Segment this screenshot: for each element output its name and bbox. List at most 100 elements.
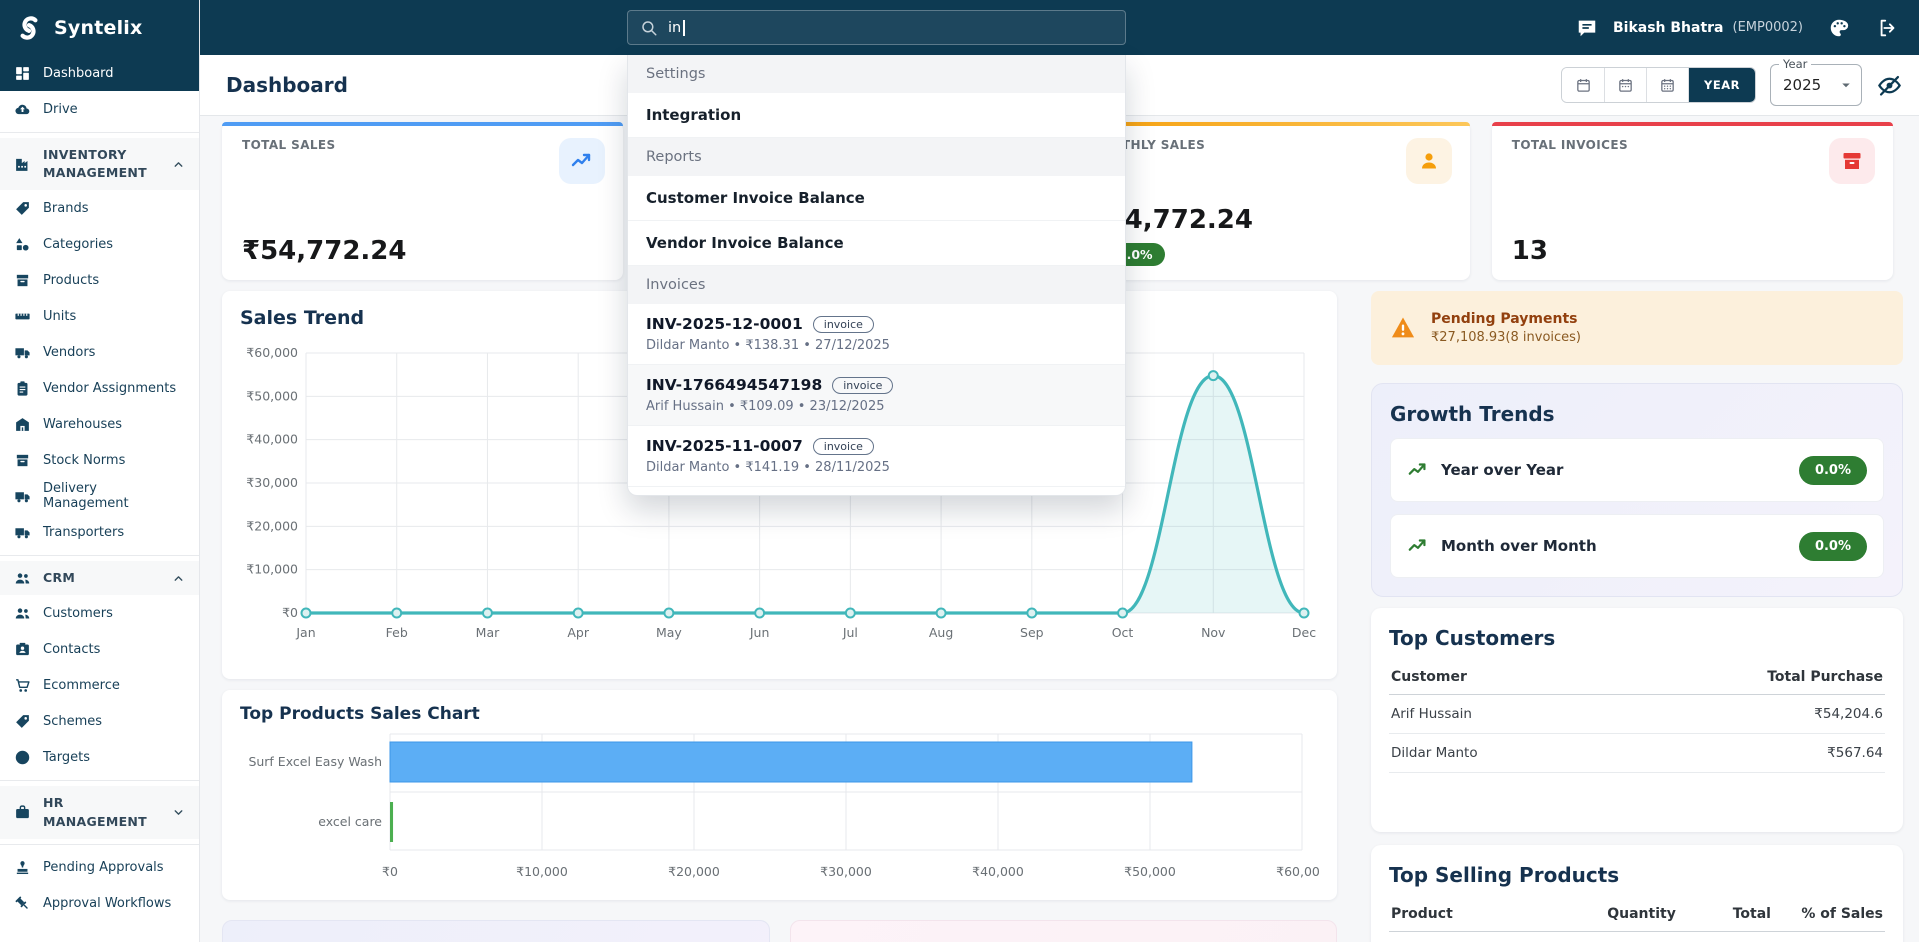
growth-trends-title: Growth Trends xyxy=(1390,402,1884,426)
stamp-icon xyxy=(14,859,31,876)
dropdown-invoice-result[interactable]: INV-2025-12-0001 invoice Dildar Manto • … xyxy=(628,304,1125,365)
svg-text:₹10,000: ₹10,000 xyxy=(246,562,298,577)
theme-palette-icon[interactable] xyxy=(1828,16,1852,40)
date-range-controls: YEAR Year 2025 xyxy=(1561,64,1903,106)
svg-text:Nov: Nov xyxy=(1201,625,1226,640)
dropdown-invoice-result[interactable]: INV-2025-11-0007 invoice Dildar Manto • … xyxy=(628,426,1125,487)
sidebar-section-hr[interactable]: HR MANAGEMENT xyxy=(0,786,199,838)
navbar-right-cluster: Bikash Bhatra (EMP0002) xyxy=(1576,0,1901,55)
logout-icon[interactable] xyxy=(1877,16,1901,40)
table-row: Arif Hussain ₹54,204.6 xyxy=(1389,695,1885,734)
sidebar-item-categories[interactable]: Categories xyxy=(0,226,199,262)
user-name[interactable]: Bikash Bhatra xyxy=(1613,20,1724,36)
dropdown-item-customer-invoice-balance[interactable]: Customer Invoice Balance xyxy=(628,176,1125,221)
sidebar-item-pending-approvals[interactable]: Pending Approvals xyxy=(0,850,199,886)
sidebar-item-schemes[interactable]: Schemes xyxy=(0,703,199,739)
sidebar-item-delivery-management[interactable]: Delivery Management xyxy=(0,478,199,514)
invoice-type-badge: invoice xyxy=(832,377,893,394)
truck-icon xyxy=(14,344,31,361)
sidebar-item-approval-workflows[interactable]: Approval Workflows xyxy=(0,886,199,922)
chevron-up-icon xyxy=(172,572,185,585)
app-logo[interactable]: Syntelix xyxy=(0,0,199,55)
truck-icon xyxy=(14,524,31,541)
growth-row-mom: Month over Month 0.0% xyxy=(1390,514,1884,578)
svg-text:Dec: Dec xyxy=(1292,625,1316,640)
brand-name: Syntelix xyxy=(54,17,142,39)
sidebar-section-inventory[interactable]: INVENTORY MANAGEMENT xyxy=(0,138,199,190)
year-select[interactable]: Year 2025 xyxy=(1770,64,1862,106)
sidebar-item-targets[interactable]: Targets xyxy=(0,739,199,775)
divider xyxy=(0,844,199,845)
sidebar-nav: Dashboard Drive INVENTORY MANAGEMENT Bra… xyxy=(0,55,199,922)
sidebar-item-vendor-assignments[interactable]: Vendor Assignments xyxy=(0,370,199,406)
top-navbar: in Bikash Bhatra (EMP0002) xyxy=(200,0,1919,55)
tag-icon xyxy=(14,713,31,730)
sidebar-section-crm[interactable]: CRM xyxy=(0,561,199,595)
ruler-icon xyxy=(14,308,31,325)
year-view-button[interactable]: YEAR xyxy=(1688,68,1755,102)
warning-triangle-icon xyxy=(1389,314,1417,342)
divider xyxy=(0,780,199,781)
global-search-input[interactable]: in xyxy=(627,10,1126,45)
cloud-upload-icon xyxy=(14,101,31,118)
target-icon xyxy=(14,749,31,766)
divider xyxy=(0,555,199,556)
week-view-button[interactable] xyxy=(1604,68,1646,102)
kpi-label: TOTAL INVOICES xyxy=(1512,138,1873,152)
day-view-button[interactable] xyxy=(1562,68,1604,102)
sidebar-item-products[interactable]: Products xyxy=(0,262,199,298)
sidebar-item-brands[interactable]: Brands xyxy=(0,190,199,226)
sidebar-item-stock-norms[interactable]: Stock Norms xyxy=(0,442,199,478)
svg-text:Sep: Sep xyxy=(1020,625,1044,640)
dropdown-section-invoices: Invoices xyxy=(628,266,1125,304)
trend-up-icon xyxy=(559,138,605,184)
warehouse-icon xyxy=(14,416,31,433)
table-row: Dildar Manto ₹567.64 xyxy=(1389,734,1885,773)
top-products-chart-title: Top Products Sales Chart xyxy=(240,704,1319,724)
search-icon xyxy=(640,19,658,37)
bottom-cards-row xyxy=(222,920,1337,942)
growth-value-badge: 0.0% xyxy=(1799,456,1867,485)
right-panel: Pending Payments ₹27,108.93(8 invoices) … xyxy=(1371,291,1903,942)
chat-icon[interactable] xyxy=(1576,16,1600,40)
kpi-value: ₹54,772.24 xyxy=(242,236,603,266)
box-icon xyxy=(14,452,31,469)
sidebar-item-dashboard[interactable]: Dashboard xyxy=(0,55,199,91)
truck-icon xyxy=(14,488,31,505)
svg-text:Aug: Aug xyxy=(929,625,953,640)
sidebar-item-drive[interactable]: Drive xyxy=(0,91,199,127)
sidebar-item-customers[interactable]: Customers xyxy=(0,595,199,631)
sidebar-item-transporters[interactable]: Transporters xyxy=(0,514,199,550)
kpi-total-invoices: TOTAL INVOICES 13 xyxy=(1492,122,1893,280)
sidebar-item-warehouses[interactable]: Warehouses xyxy=(0,406,199,442)
pending-payments-alert[interactable]: Pending Payments ₹27,108.93(8 invoices) xyxy=(1371,291,1903,365)
top-selling-products-card: Top Selling Products Product Quantity To… xyxy=(1371,845,1903,942)
month-view-button[interactable] xyxy=(1646,68,1688,102)
svg-text:Jan: Jan xyxy=(295,625,315,640)
kpi-label: MONTHLY SALES xyxy=(1089,138,1450,152)
partial-card-left xyxy=(222,920,770,942)
table-row: Surf Excel Easy Wash 12 ₹52,757.5 96.3% xyxy=(1389,932,1885,942)
svg-text:Jul: Jul xyxy=(842,625,858,640)
sidebar-item-ecommerce[interactable]: Ecommerce xyxy=(0,667,199,703)
svg-text:₹20,000: ₹20,000 xyxy=(246,518,298,533)
year-select-label: Year xyxy=(1779,57,1811,71)
sidebar-item-contacts[interactable]: Contacts xyxy=(0,631,199,667)
hide-values-eye-off-icon[interactable] xyxy=(1876,72,1903,99)
svg-text:excel care: excel care xyxy=(318,814,382,829)
dropdown-item-integration[interactable]: Integration xyxy=(628,93,1125,138)
chevron-down-icon xyxy=(172,806,185,819)
sidebar-item-vendors[interactable]: Vendors xyxy=(0,334,199,370)
dropdown-invoice-result[interactable]: INV-1766494547198 invoice Arif Hussain •… xyxy=(628,365,1125,426)
sidebar-item-units[interactable]: Units xyxy=(0,298,199,334)
svg-text:₹10,000: ₹10,000 xyxy=(516,864,568,879)
svg-text:Apr: Apr xyxy=(567,625,589,640)
box-icon xyxy=(14,272,31,289)
user-employee-id: (EMP0002) xyxy=(1733,20,1804,35)
dashboard-icon xyxy=(14,65,31,82)
top-customers-table: Customer Total Purchase Arif Hussain ₹54… xyxy=(1389,660,1885,773)
svg-text:Feb: Feb xyxy=(386,625,408,640)
svg-text:₹30,000: ₹30,000 xyxy=(820,864,872,879)
top-products-bar-chart: ₹0₹10,000₹20,000₹30,000₹40,000₹50,000₹60… xyxy=(240,728,1319,898)
dropdown-item-vendor-invoice-balance[interactable]: Vendor Invoice Balance xyxy=(628,221,1125,266)
